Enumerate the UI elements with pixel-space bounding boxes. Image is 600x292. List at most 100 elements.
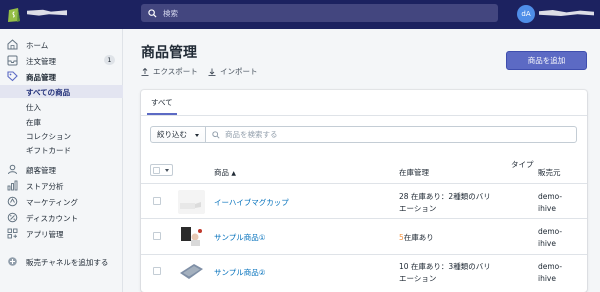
add-sales-channel-label: 販売チャネルを追加する: [26, 258, 109, 267]
sidebar-item-label: アプリ管理: [26, 230, 64, 239]
sidebar-item-marketing[interactable]: マーケティング: [0, 194, 123, 209]
product-search[interactable]: [205, 126, 577, 143]
sidebar-subitem-label: 仕入: [26, 103, 41, 112]
sidebar: ホーム 注文管理 1 商品管理 すべての商品 仕入 在庫 コレクション ギフトカ…: [0, 29, 123, 292]
sidebar-item-customers[interactable]: 顧客管理: [0, 162, 123, 177]
column-header-inventory[interactable]: 在庫管理: [399, 167, 429, 178]
sidebar-item-apps[interactable]: アプリ管理: [0, 226, 123, 241]
product-thumbnail[interactable]: [178, 259, 205, 283]
import-button[interactable]: インポート: [208, 66, 258, 77]
vendor-line: demo-: [538, 192, 563, 201]
shopify-logo-icon[interactable]: [7, 6, 22, 23]
sidebar-item-label: ホーム: [26, 41, 49, 50]
sidebar-subitem-inventory[interactable]: 在庫: [0, 115, 123, 128]
product-thumbnail[interactable]: [178, 190, 205, 214]
tag-icon: [7, 71, 18, 82]
sidebar-subitem-gift-cards[interactable]: ギフトカード: [0, 143, 123, 156]
filter-label: 絞り込む: [157, 130, 187, 139]
export-icon: [141, 67, 149, 76]
discount-icon: [7, 212, 18, 223]
search-icon: [212, 130, 220, 139]
sidebar-item-discounts[interactable]: ディスカウント: [0, 210, 123, 225]
avatar[interactable]: dA: [517, 5, 535, 23]
vendor: demo- ihive: [538, 226, 578, 250]
add-product-button[interactable]: 商品を追加: [506, 51, 587, 70]
row-divider: [141, 218, 587, 219]
sidebar-item-label: 商品管理: [26, 73, 56, 82]
home-icon: [7, 39, 18, 50]
column-header-vendor[interactable]: 販売元: [538, 167, 561, 178]
column-header-type[interactable]: タイプ: [511, 159, 534, 170]
product-search-input[interactable]: [225, 130, 565, 139]
vendor: demo- ihive: [538, 191, 578, 215]
inventory-status: 28 在庫あり：2種類のバリ エーション: [399, 191, 509, 215]
sidebar-subitem-collections[interactable]: コレクション: [0, 129, 123, 142]
sidebar-item-orders[interactable]: 注文管理 1: [0, 53, 123, 68]
sidebar-subitem-all-products[interactable]: すべての商品: [0, 85, 123, 98]
export-button[interactable]: エクスポート: [141, 66, 198, 77]
checkbox: [153, 167, 160, 174]
tab-all[interactable]: すべて: [147, 90, 177, 115]
column-header-product[interactable]: 商品 ▲: [214, 167, 236, 178]
inventory-suffix: 在庫あり: [403, 233, 434, 242]
row-checkbox[interactable]: [153, 232, 161, 240]
search-icon: [148, 8, 157, 18]
sidebar-item-products[interactable]: 商品管理: [0, 69, 123, 84]
inventory-line: エーション: [399, 274, 437, 283]
vendor-line: ihive: [538, 239, 556, 248]
add-sales-channel-button[interactable]: 販売チャネルを追加する: [0, 254, 123, 269]
inventory-line: エーション: [399, 204, 437, 213]
product-link[interactable]: サンプル商品①: [214, 232, 266, 243]
plus-circle-icon: [7, 256, 18, 267]
header-divider: [141, 183, 587, 184]
filter-button[interactable]: 絞り込む: [150, 126, 206, 143]
sidebar-subitem-label: すべての商品: [26, 88, 71, 97]
global-search[interactable]: [141, 4, 498, 22]
vendor-line: demo-: [538, 227, 563, 236]
vendor-line: ihive: [538, 274, 556, 283]
sidebar-item-label: マーケティング: [26, 198, 78, 207]
column-header-product-label: 商品: [214, 168, 229, 177]
select-all-checkbox[interactable]: [150, 164, 173, 176]
sidebar-subitem-label: 在庫: [26, 118, 41, 127]
product-link[interactable]: サンプル商品②: [214, 267, 266, 278]
import-label: インポート: [220, 67, 258, 76]
sidebar-subitem-purchasing[interactable]: 仕入: [0, 100, 123, 113]
sidebar-subitem-label: ギフトカード: [26, 146, 71, 155]
tab-divider: [141, 115, 587, 116]
products-card: すべて 絞り込む 商品 ▲ 在庫管理 タイプ 販売元 イーハイブマグカップ 28…: [141, 90, 587, 292]
account-name-redacted[interactable]: [539, 10, 594, 16]
caret-down-icon: [165, 169, 169, 172]
product-link[interactable]: イーハイブマグカップ: [214, 197, 289, 208]
inventory-line: 10 在庫あり：3種類のバリ: [399, 262, 491, 271]
page-title: 商品管理: [141, 45, 197, 61]
vendor-line: demo-: [538, 262, 563, 271]
sidebar-subitem-label: コレクション: [26, 132, 71, 141]
import-icon: [208, 68, 216, 76]
inventory-line: 28 在庫あり：2種類のバリ: [399, 192, 491, 201]
row-divider: [141, 254, 587, 255]
product-thumbnail[interactable]: [178, 224, 205, 248]
apps-icon: [7, 228, 18, 239]
store-name-redacted[interactable]: [27, 9, 67, 16]
top-bar: dA: [0, 0, 600, 29]
marketing-icon: [7, 196, 18, 207]
sort-ascending-icon: ▲: [231, 170, 237, 177]
sidebar-item-label: 顧客管理: [26, 166, 56, 175]
global-search-input[interactable]: [163, 8, 483, 18]
sidebar-item-home[interactable]: ホーム: [0, 37, 123, 52]
sidebar-item-label: 注文管理: [26, 57, 56, 66]
customers-icon: [7, 164, 18, 175]
inventory-status: 5在庫あり: [399, 232, 509, 244]
vendor-line: ihive: [538, 204, 556, 213]
sidebar-item-analytics[interactable]: ストア分析: [0, 178, 123, 193]
sidebar-item-label: ディスカウント: [26, 214, 78, 223]
row-checkbox[interactable]: [153, 267, 161, 275]
inventory-status: 10 在庫あり：3種類のバリ エーション: [399, 261, 509, 285]
row-checkbox[interactable]: [153, 197, 161, 205]
orders-icon: [7, 55, 18, 66]
sidebar-item-label: ストア分析: [26, 182, 64, 191]
orders-count-badge: 1: [104, 55, 115, 65]
caret-down-icon: [195, 134, 199, 137]
analytics-icon: [7, 180, 18, 191]
